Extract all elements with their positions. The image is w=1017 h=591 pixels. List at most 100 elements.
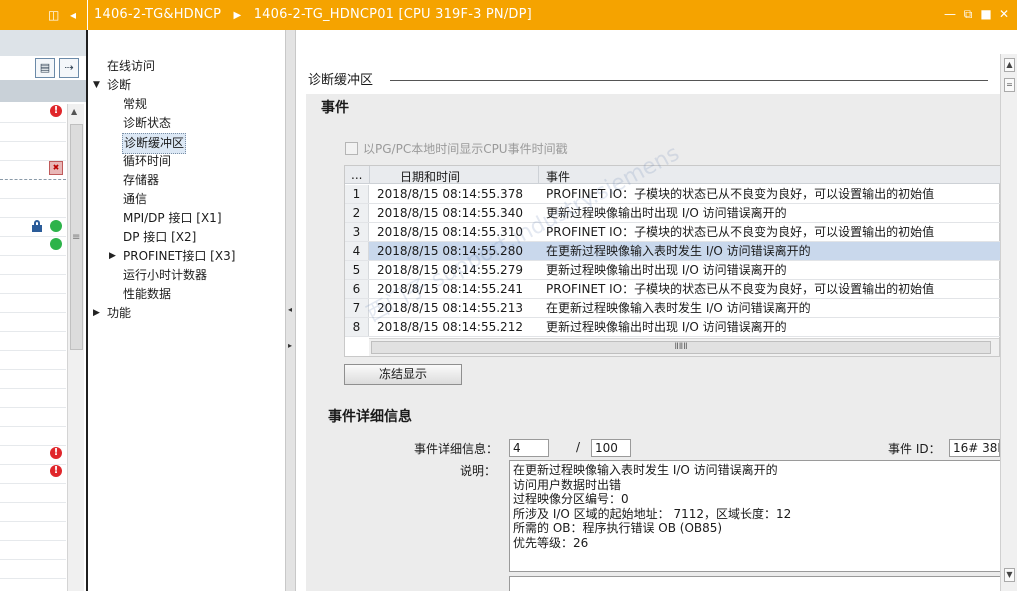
device-row[interactable] (0, 427, 66, 446)
table-horizontal-scrollbar[interactable]: ⅡⅡⅡ (369, 338, 999, 356)
panel-layout-icon[interactable]: ◫ (48, 8, 59, 22)
expand-right-icon[interactable]: ▸ (288, 338, 294, 354)
row-number: 6 (345, 280, 369, 298)
title-bar: 1406-2-TG&HDNCP ▶ 1406-2-TG_HDNCP01 [CPU… (88, 0, 1017, 30)
restore-icon[interactable]: ⧉ (961, 7, 975, 21)
device-row[interactable] (0, 199, 66, 218)
lock-icon (32, 220, 42, 232)
row-event: 在更新过程映像输入表时发生 I/O 访问错误离开的 (546, 244, 811, 258)
device-list-scrollbar[interactable]: ▲ ≡ (67, 104, 84, 591)
device-row[interactable] (0, 522, 66, 541)
freeze-display-button[interactable]: 冻结显示 (344, 364, 462, 385)
breadcrumb: 1406-2-TG&HDNCP ▶ 1406-2-TG_HDNCP01 [CPU… (94, 7, 532, 22)
column-separator[interactable] (538, 166, 539, 184)
left-title-bar: ◫ ◂ (0, 0, 87, 30)
device-row[interactable] (0, 180, 66, 199)
local-time-checkbox-label: 以PG/PC本地时间显示CPU事件时间戳 (363, 142, 568, 156)
row-number: 2 (345, 204, 369, 222)
nav-splitter[interactable]: ◂ ▸ (285, 30, 296, 591)
help-field[interactable] (509, 576, 1000, 591)
close-icon[interactable]: ✕ (997, 7, 1011, 21)
panel-title: 诊断缓冲区 (308, 73, 374, 88)
events-heading: 事件 (321, 100, 349, 116)
error-icon: ! (50, 447, 62, 459)
device-row[interactable] (0, 123, 66, 142)
go-online-icon[interactable]: ⇢ (59, 58, 79, 78)
device-row[interactable] (0, 560, 66, 579)
column-header-event[interactable]: 事件 (546, 168, 570, 185)
ok-icon (50, 238, 62, 250)
device-row[interactable] (0, 541, 66, 560)
row-number: 8 (345, 318, 369, 336)
scroll-up-icon[interactable]: ▲ (71, 107, 77, 116)
diagnostics-nav-tree: 在线访问 ▼ 诊断 常规 诊断状态 诊断缓冲区 循环时间 存储器 通信 MPI/… (88, 30, 285, 591)
minimize-icon[interactable]: — (943, 7, 957, 21)
device-row[interactable] (0, 332, 66, 351)
device-row[interactable] (0, 275, 66, 294)
table-row[interactable]: 5 2018/8/15 08:14:55.279 更新过程映像输出时出现 I/O… (345, 261, 1000, 280)
table-row[interactable]: 3 2018/8/15 08:14:55.310 PROFINET IO：子模块… (345, 223, 1000, 242)
collapse-left-icon[interactable]: ◂ (70, 8, 76, 22)
scroll-grip-icon: ≡ (72, 232, 81, 243)
event-index-separator: / (576, 440, 581, 454)
row-event: 更新过程映像输出时出现 I/O 访问错误离开的 (546, 320, 787, 334)
expand-right-icon[interactable]: ▶ (93, 304, 100, 323)
event-id-field[interactable]: 16# 38B (949, 439, 1000, 457)
row-event: 更新过程映像输出时出现 I/O 访问错误离开的 (546, 206, 787, 220)
device-row[interactable] (0, 503, 66, 522)
row-number: 3 (345, 223, 369, 241)
column-header-index[interactable]: ... (351, 168, 362, 182)
device-row[interactable] (0, 142, 66, 161)
event-index-field[interactable]: 4 (509, 439, 549, 457)
device-row[interactable] (0, 294, 66, 313)
scrollbar-thumb[interactable]: ⅡⅡⅡ (371, 341, 991, 354)
row-datetime: 2018/8/15 08:14:55.279 (377, 263, 523, 277)
table-row[interactable]: 2 2018/8/15 08:14:55.340 更新过程映像输出时出现 I/O… (345, 204, 1000, 223)
events-table: ... 日期和时间 事件 1 2018/8/15 08:14:55.378 PR… (344, 165, 1000, 357)
device-row[interactable] (0, 256, 66, 275)
scroll-thumb[interactable]: = (1004, 78, 1015, 92)
row-event: PROFINET IO：子模块的状态已从不良变为良好，可以设置输出的初始值 (546, 187, 935, 201)
description-text[interactable]: 在更新过程映像输入表时发生 I/O 访问错误离开的 访问用户数据时出错 过程映像… (509, 460, 1000, 572)
error-icon: ! (50, 105, 62, 117)
panel-vertical-scrollbar[interactable]: ▲ = ▼ (1000, 54, 1017, 591)
device-row[interactable] (0, 389, 66, 408)
expand-right-icon[interactable]: ▶ (109, 247, 116, 266)
row-datetime: 2018/8/15 08:14:55.378 (377, 187, 523, 201)
expand-down-icon[interactable]: ▼ (93, 76, 100, 95)
ok-icon (50, 220, 62, 232)
row-number: 1 (345, 185, 369, 203)
row-number: 5 (345, 261, 369, 279)
breadcrumb-device[interactable]: 1406-2-TG_HDNCP01 [CPU 319F-3 PN/DP] (254, 7, 532, 22)
table-row[interactable]: 8 2018/8/15 08:14:55.212 更新过程映像输出时出现 I/O… (345, 318, 1000, 337)
event-total-field[interactable]: 100 (591, 439, 631, 457)
device-row[interactable] (0, 484, 66, 503)
strip-column-header (0, 80, 86, 102)
breadcrumb-project[interactable]: 1406-2-TG&HDNCP (94, 7, 221, 22)
device-list-strip: ▤ ⇢ ! ✖ ! ! ▲ ≡ (0, 30, 86, 591)
maximize-icon[interactable]: ■ (979, 7, 993, 21)
scroll-down-icon[interactable]: ▼ (1004, 568, 1015, 582)
device-row[interactable] (0, 370, 66, 389)
table-row[interactable]: 1 2018/8/15 08:14:55.378 PROFINET IO：子模块… (345, 185, 1000, 204)
error-icon: ! (50, 465, 62, 477)
collapse-left-icon[interactable]: ◂ (288, 302, 294, 318)
row-number: 4 (345, 242, 369, 260)
strip-header (0, 30, 86, 56)
table-header: ... 日期和时间 事件 (345, 166, 1000, 184)
column-separator[interactable] (369, 166, 370, 184)
table-row[interactable]: 6 2018/8/15 08:14:55.241 PROFINET IO：子模块… (345, 280, 1000, 299)
device-row[interactable] (0, 313, 66, 332)
row-event: PROFINET IO：子模块的状态已从不良变为良好，可以设置输出的初始值 (546, 282, 935, 296)
scroll-up-icon[interactable]: ▲ (1004, 58, 1015, 72)
table-row-selected[interactable]: 4 2018/8/15 08:14:55.280 在更新过程映像输入表时发生 I… (345, 242, 1000, 261)
device-row[interactable] (0, 351, 66, 370)
row-datetime: 2018/8/15 08:14:55.280 (377, 244, 523, 258)
table-row[interactable]: 7 2018/8/15 08:14:55.213 在更新过程映像输入表时发生 I… (345, 299, 1000, 318)
device-row[interactable] (0, 408, 66, 427)
row-datetime: 2018/8/15 08:14:55.340 (377, 206, 523, 220)
column-header-datetime[interactable]: 日期和时间 (400, 168, 460, 185)
local-time-checkbox[interactable] (345, 142, 358, 155)
properties-list-icon[interactable]: ▤ (35, 58, 55, 78)
row-event: 更新过程映像输出时出现 I/O 访问错误离开的 (546, 263, 787, 277)
